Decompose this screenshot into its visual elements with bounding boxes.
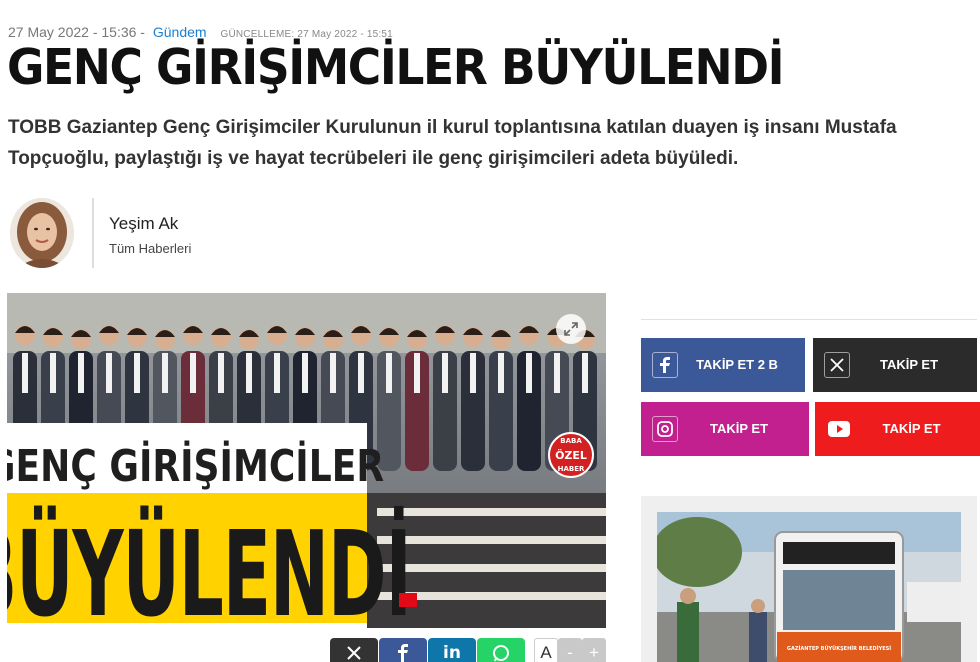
share-x-button[interactable] [330, 638, 378, 662]
share-whatsapp-button[interactable] [477, 638, 525, 662]
linkedin-icon: in [443, 643, 461, 662]
article-title: GENÇ GİRİŞİMCİLER BÜYÜLENDİ [7, 39, 785, 96]
article-image[interactable]: GENÇ GİRİŞİMCİLER BÜYÜLENDİ BABA ÖZEL HA… [7, 293, 606, 628]
sidebar-divider [641, 319, 977, 320]
avatar[interactable] [10, 198, 74, 268]
photo-table [377, 564, 606, 572]
expand-icon [564, 322, 578, 336]
font-decrease-button[interactable]: - [558, 638, 582, 662]
whatsapp-icon [493, 645, 509, 662]
publish-date: 27 May 2022 - 15:36 - [8, 24, 145, 40]
article-summary: TOBB Gaziantep Genç Girişimciler Kurulun… [8, 117, 897, 169]
image-headline-2: BÜYÜLENDİ [7, 503, 411, 628]
follow-facebook-label: TAKİP ET 2 B [696, 357, 778, 372]
font-size-label: A [534, 638, 558, 662]
author-divider [92, 198, 94, 268]
category-link[interactable]: Gündem [153, 24, 207, 40]
facebook-icon [398, 644, 408, 662]
follow-youtube-button[interactable]: TAKİP ET [815, 402, 980, 456]
sidebar-ad-image[interactable]: GAZİANTEP BÜYÜKŞEHİR BELEDİYESİ [657, 512, 961, 662]
follow-youtube-label: TAKİP ET [882, 421, 941, 436]
article-meta: 27 May 2022 - 15:36 - Gündem GÜNCELLEME:… [8, 24, 393, 40]
image-headline-1: GENÇ GİRİŞİMCİLER [7, 439, 384, 491]
expand-image-button[interactable] [556, 314, 586, 344]
follow-x-button[interactable]: TAKİP ET [813, 338, 977, 392]
follow-instagram-button[interactable]: TAKİP ET [641, 402, 809, 456]
share-linkedin-button[interactable]: in [428, 638, 476, 662]
bus-sign: GAZİANTEP BÜYÜKŞEHİR BELEDİYESİ [787, 645, 891, 652]
font-increase-button[interactable]: + [582, 638, 606, 662]
follow-x-label: TAKİP ET [879, 357, 939, 372]
author-all-news-link[interactable]: Tüm Haberleri [109, 241, 191, 256]
badge-text-2: ÖZEL [555, 448, 587, 462]
author-name[interactable]: Yeşim Ak [109, 214, 178, 234]
photo-table [377, 536, 606, 544]
follow-facebook-button[interactable]: TAKİP ET 2 B [641, 338, 805, 392]
follow-instagram-label: TAKİP ET [709, 421, 769, 436]
share-facebook-button[interactable] [379, 638, 427, 662]
badge-text-3: HABER [558, 465, 585, 473]
badge-text-1: BABA [560, 437, 582, 445]
photo-table [377, 508, 606, 516]
x-icon [347, 646, 361, 660]
